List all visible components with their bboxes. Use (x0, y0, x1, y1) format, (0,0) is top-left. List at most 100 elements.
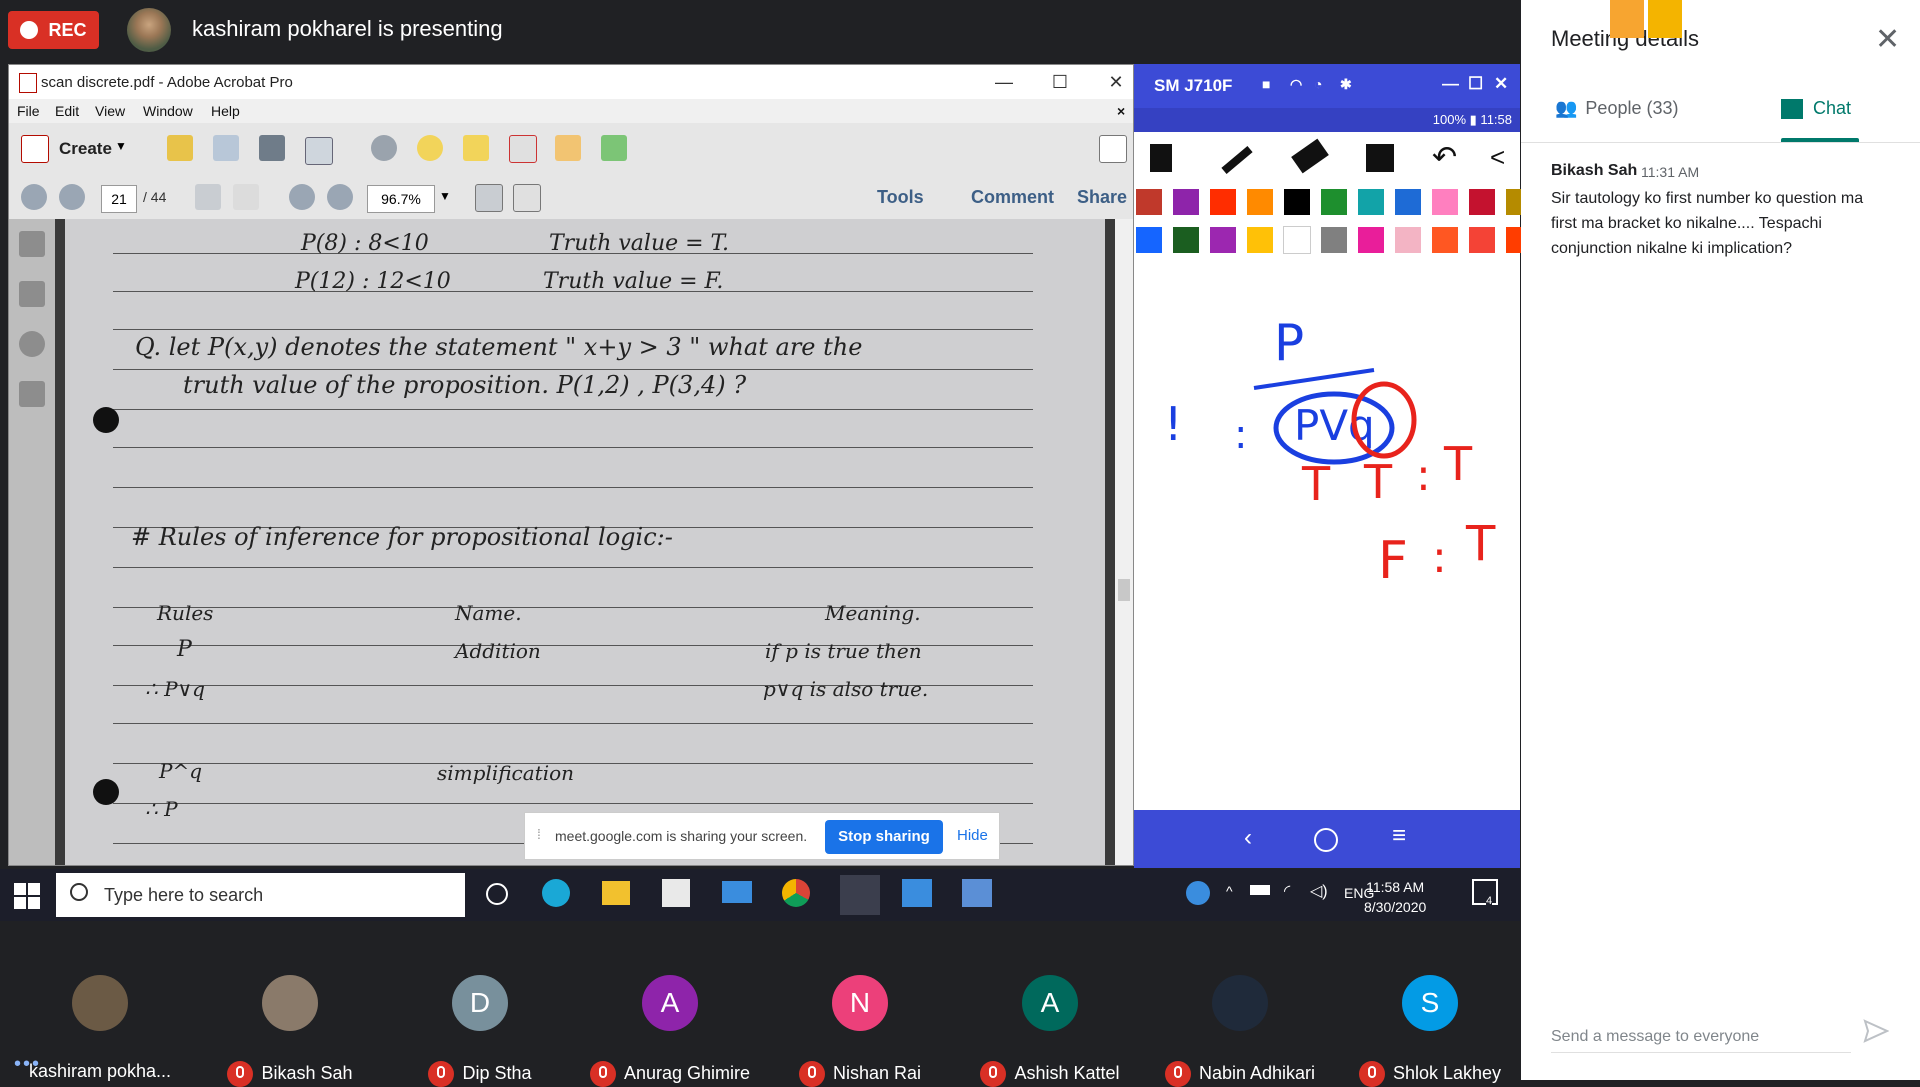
participant-tile[interactable]: D Dip Stha (390, 973, 570, 1087)
firefox-icon[interactable] (1610, 0, 1644, 38)
color-swatch[interactable] (1247, 227, 1273, 253)
zoom-dropdown-icon[interactable]: ▼ (439, 189, 451, 203)
file-explorer-icon[interactable] (602, 881, 630, 905)
color-swatch[interactable] (1469, 189, 1495, 215)
menu-file[interactable]: File (17, 103, 40, 119)
hand-tool-icon[interactable] (233, 184, 259, 210)
share-link[interactable]: Share (1077, 187, 1127, 208)
highlight-icon[interactable] (463, 135, 489, 161)
taskbar-search-box[interactable]: Type here to search (56, 873, 465, 917)
menu-window[interactable]: Window (143, 103, 193, 119)
document-scrollbar[interactable] (1115, 219, 1133, 865)
delete-pages-icon[interactable] (509, 135, 537, 163)
settings-icon[interactable]: ✱ (1340, 76, 1352, 93)
scrollbar-thumb[interactable] (1118, 579, 1130, 601)
taskbar-clock[interactable]: 11:58 AM 8/30/2020 (1364, 877, 1426, 917)
select-cursor-icon[interactable] (195, 184, 221, 210)
edge-icon[interactable] (542, 879, 570, 907)
battery-icon[interactable] (1250, 885, 1270, 895)
tab-people[interactable]: 👥 People (33) (1555, 98, 1678, 119)
acrobat-taskbar-icon[interactable] (840, 875, 880, 915)
color-swatch[interactable] (1284, 189, 1310, 215)
participant-tile[interactable]: N Nishan Rai (770, 973, 950, 1087)
create-button[interactable]: Create (59, 139, 112, 159)
bookmark-icon[interactable] (19, 281, 45, 307)
participant-tile[interactable]: A Ashish Kattel (960, 973, 1140, 1087)
participant-tile[interactable]: S Shlok Lakhey (1340, 973, 1520, 1087)
page-number-input[interactable]: 21 (101, 185, 137, 213)
signature-icon[interactable] (19, 381, 45, 407)
tools-link[interactable]: Tools (877, 187, 924, 208)
export-icon[interactable] (555, 135, 581, 161)
participant-tile[interactable]: A Anurag Ghimire (580, 973, 760, 1087)
color-swatch[interactable] (1469, 227, 1495, 253)
maximize-button[interactable]: ☐ (1037, 69, 1083, 95)
drag-handle-icon[interactable]: ⁞ (537, 826, 541, 842)
help-icon[interactable] (1186, 881, 1210, 905)
undo-icon[interactable]: ↶ (1432, 140, 1457, 175)
comment-link[interactable]: Comment (971, 187, 1054, 208)
back-icon[interactable]: ‹ (1244, 824, 1252, 852)
save-icon[interactable] (213, 135, 239, 161)
create-dropdown-icon[interactable]: ▼ (115, 139, 127, 153)
color-swatch[interactable] (1210, 227, 1236, 253)
color-swatch[interactable] (1358, 227, 1384, 253)
menu-view[interactable]: View (95, 103, 125, 119)
stop-sharing-button[interactable]: Stop sharing (825, 820, 943, 854)
share-icon[interactable]: < (1490, 142, 1505, 173)
menu-help[interactable]: Help (211, 103, 240, 119)
fullscreen-icon[interactable] (1099, 135, 1127, 163)
pen-icon[interactable] (1221, 146, 1253, 174)
close-panel-icon[interactable]: ✕ (1875, 22, 1900, 57)
minimize-button[interactable]: — (981, 69, 1027, 95)
open-folder-icon[interactable] (167, 135, 193, 161)
color-swatch[interactable] (1395, 189, 1421, 215)
drawing-canvas[interactable]: ! P : PVq T T : T F : T (1134, 260, 1520, 810)
zoom-level-input[interactable]: 96.7% (367, 185, 435, 213)
extract-icon[interactable] (601, 135, 627, 161)
zoom-in-icon[interactable] (327, 184, 353, 210)
previous-page-icon[interactable] (21, 184, 47, 210)
send-icon[interactable] (1863, 1018, 1889, 1044)
zoom-out-icon[interactable] (289, 184, 315, 210)
window-app-icon[interactable] (902, 879, 932, 907)
close-window-button[interactable]: ✕ (1093, 69, 1133, 95)
phone-close-button[interactable]: ✕ (1494, 74, 1508, 94)
participant-tile[interactable]: Nabin Adhikari (1150, 973, 1330, 1087)
menu-icon[interactable]: ≡ (1392, 822, 1406, 850)
store-icon[interactable] (662, 879, 690, 907)
chat-message-input[interactable]: Send a message to everyone (1551, 1028, 1759, 1046)
color-swatch[interactable] (1283, 226, 1311, 254)
phone-minimize-button[interactable]: — (1442, 74, 1459, 94)
windows-start-icon[interactable] (14, 883, 40, 909)
color-swatch[interactable] (1136, 227, 1162, 253)
email-icon[interactable] (305, 137, 333, 165)
color-swatch[interactable] (1173, 227, 1199, 253)
participant-tile[interactable]: kashiram pokha... (10, 973, 190, 1081)
close-document-icon[interactable]: × (1117, 103, 1125, 119)
attachment-icon[interactable] (19, 331, 45, 357)
cortana-icon[interactable] (486, 883, 508, 905)
color-swatch[interactable] (1395, 227, 1421, 253)
comment-bubble-icon[interactable] (417, 135, 443, 161)
color-swatch[interactable] (1321, 189, 1347, 215)
eraser-icon[interactable] (1291, 138, 1329, 174)
chrome-icon[interactable] (782, 879, 810, 907)
color-swatch[interactable] (1358, 189, 1384, 215)
color-swatch[interactable] (1247, 189, 1273, 215)
fit-page-icon[interactable] (513, 184, 541, 212)
microphone-icon[interactable] (1648, 0, 1682, 38)
pages-panel-icon[interactable] (19, 231, 45, 257)
notification-icon[interactable] (1472, 879, 1498, 905)
color-swatch[interactable] (1432, 227, 1458, 253)
color-swatch[interactable] (1136, 189, 1162, 215)
next-page-icon[interactable] (59, 184, 85, 210)
network-icon[interactable]: ◜ (1284, 881, 1290, 901)
save-drawing-icon[interactable] (1366, 144, 1394, 172)
print-icon[interactable] (259, 135, 285, 161)
menu-edit[interactable]: Edit (55, 103, 79, 119)
volume-icon[interactable]: ◁) (1310, 881, 1328, 901)
color-swatch[interactable] (1210, 189, 1236, 215)
mail-icon[interactable] (722, 881, 752, 903)
trash-icon[interactable] (1150, 144, 1172, 172)
